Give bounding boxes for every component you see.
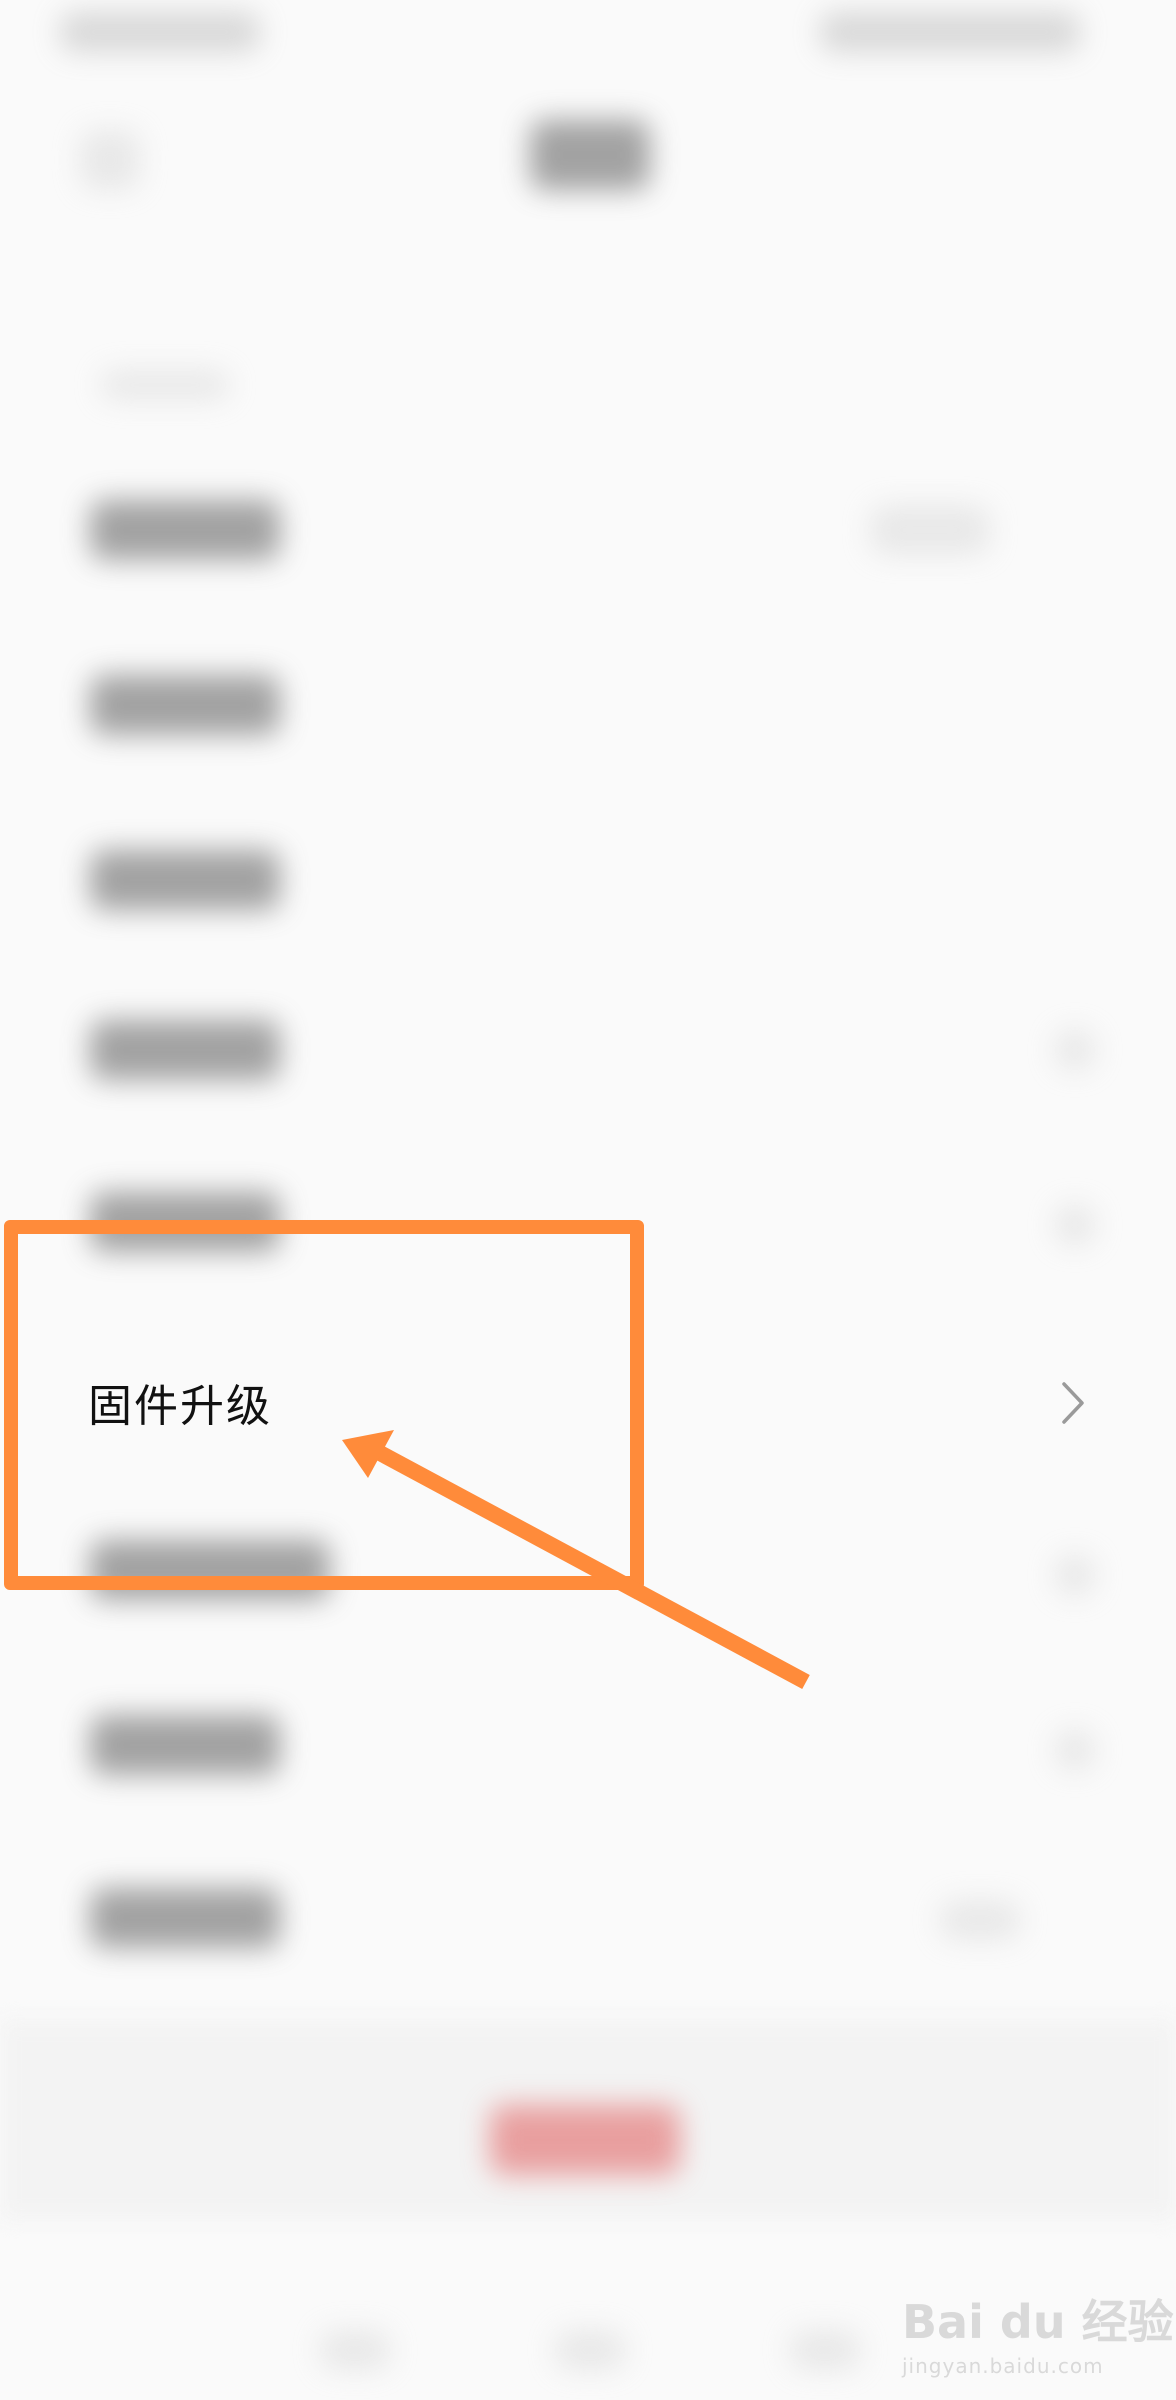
list-item-label (90, 1020, 280, 1080)
status-bar-right (820, 12, 1080, 52)
page-title (530, 120, 650, 190)
list-item-label (90, 675, 280, 735)
chevron-right-icon (1055, 1730, 1095, 1770)
chevron-right-icon (1055, 1205, 1095, 1245)
chevron-right-icon (1055, 1555, 1095, 1595)
watermark-text: Bai du 经验 (902, 2295, 1174, 2349)
list-item-label (90, 1888, 280, 1948)
watermark: Bai du 经验 jingyan.baidu.com (902, 2286, 1174, 2378)
status-bar-left (60, 12, 260, 52)
nav-item[interactable] (555, 2330, 625, 2370)
nav-item[interactable] (790, 2330, 860, 2370)
back-icon[interactable] (80, 130, 140, 190)
list-item-label (90, 1715, 280, 1775)
bottom-action-button[interactable] (490, 2105, 680, 2175)
chevron-right-icon (1062, 1382, 1084, 1424)
list-item-label (90, 850, 280, 910)
section-header (100, 370, 230, 400)
list-item-label (90, 500, 280, 560)
list-item-value (870, 505, 990, 555)
nav-item[interactable] (320, 2330, 390, 2370)
arrow-icon (342, 1430, 810, 1690)
watermark-url: jingyan.baidu.com (902, 2354, 1104, 2378)
chevron-right-icon (1055, 1030, 1095, 1070)
list-item-value (940, 1900, 1020, 1940)
